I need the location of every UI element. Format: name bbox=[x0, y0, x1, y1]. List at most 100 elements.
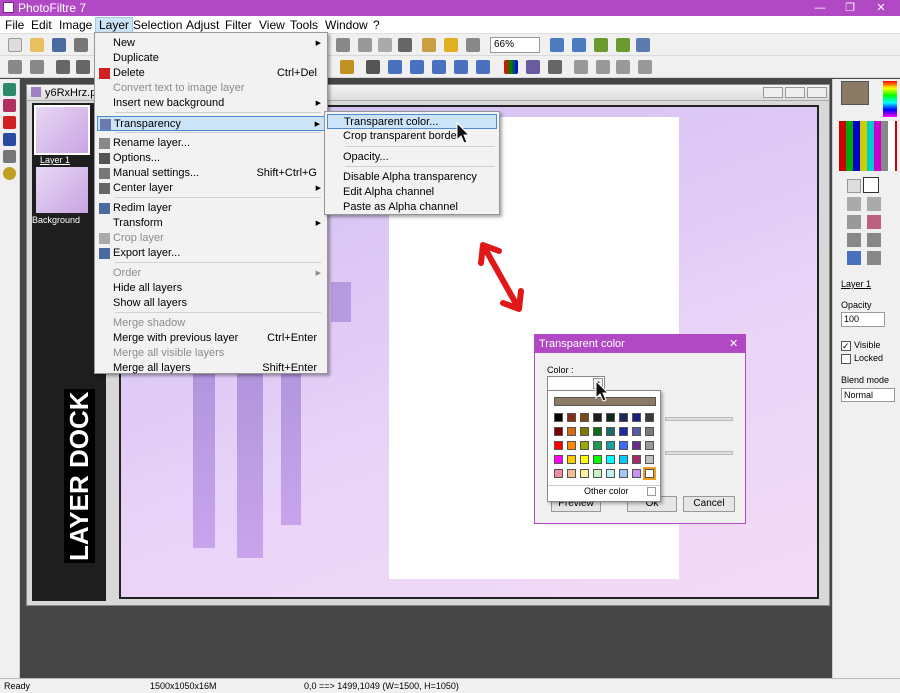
color-swatch[interactable] bbox=[643, 467, 656, 480]
html-icon[interactable] bbox=[3, 133, 16, 146]
minimize-button[interactable]: — bbox=[805, 0, 835, 16]
fullscreen-icon[interactable] bbox=[636, 38, 650, 52]
transparency-menu-item[interactable]: Edit Alpha channel bbox=[327, 185, 497, 200]
opacity-input[interactable]: 100 bbox=[841, 312, 885, 327]
picker-icon[interactable] bbox=[847, 197, 861, 211]
color-swatch[interactable] bbox=[567, 469, 576, 478]
color-swatch[interactable] bbox=[554, 455, 563, 464]
fill-icon[interactable] bbox=[847, 215, 861, 229]
zoom-in-icon[interactable] bbox=[550, 38, 564, 52]
menu-tools[interactable]: Tools bbox=[287, 17, 321, 33]
batch-icon[interactable] bbox=[3, 150, 16, 163]
filter-icon[interactable] bbox=[366, 60, 380, 74]
frame-icon[interactable] bbox=[466, 38, 480, 52]
color-swatch[interactable] bbox=[567, 413, 576, 422]
open-icon[interactable] bbox=[30, 38, 44, 52]
background-label[interactable]: Background bbox=[32, 215, 80, 225]
menu-adjust[interactable]: Adjust bbox=[183, 17, 222, 33]
doc-maximize-button[interactable] bbox=[785, 87, 805, 98]
foreground-color-swatch[interactable] bbox=[841, 81, 869, 105]
color-swatch[interactable] bbox=[632, 441, 641, 450]
color-swatch[interactable] bbox=[606, 413, 615, 422]
color-swatch[interactable] bbox=[632, 427, 641, 436]
color-icon[interactable] bbox=[3, 167, 16, 180]
color-swatch[interactable] bbox=[619, 441, 628, 450]
close-button[interactable]: ✕ bbox=[866, 0, 896, 16]
color-swatch[interactable] bbox=[619, 469, 628, 478]
type-icon[interactable] bbox=[398, 38, 412, 52]
save-icon[interactable] bbox=[52, 38, 66, 52]
color-swatch[interactable] bbox=[580, 455, 589, 464]
filter-icon[interactable] bbox=[8, 60, 22, 74]
color-swatch[interactable] bbox=[606, 469, 615, 478]
layer-menu-item[interactable]: Merge all layers Shift+Enter bbox=[97, 361, 325, 376]
layer-menu-item[interactable]: Duplicate bbox=[97, 51, 325, 66]
new-icon[interactable] bbox=[8, 38, 22, 52]
maximize-button[interactable]: ❐ bbox=[835, 0, 865, 16]
layer1-thumbnail[interactable] bbox=[34, 105, 90, 155]
tolerance-slider[interactable] bbox=[665, 417, 733, 421]
visible-checkbox[interactable]: ✓ bbox=[841, 341, 851, 351]
color-swatch[interactable] bbox=[606, 441, 615, 450]
layer-menu-item[interactable]: Export layer... bbox=[97, 246, 325, 261]
drop-icon[interactable] bbox=[388, 60, 402, 74]
color-swatch[interactable] bbox=[645, 427, 654, 436]
transparency-menu-item[interactable]: Paste as Alpha channel bbox=[327, 200, 497, 215]
tolerance-slider[interactable] bbox=[665, 451, 733, 455]
rotate-icon[interactable] bbox=[616, 60, 630, 74]
layer-menu-item[interactable]: Options... bbox=[97, 151, 325, 166]
script-icon[interactable] bbox=[3, 116, 16, 129]
zoom-select[interactable]: 66% bbox=[490, 37, 540, 53]
color-swatch[interactable] bbox=[580, 413, 589, 422]
flip-icon[interactable] bbox=[574, 60, 588, 74]
color-swatch[interactable] bbox=[593, 427, 602, 436]
layer-menu-item[interactable]: Delete Ctrl+Del bbox=[97, 66, 325, 81]
stamp-icon[interactable] bbox=[867, 233, 881, 247]
explorer-icon[interactable] bbox=[3, 83, 16, 96]
color-swatch[interactable] bbox=[619, 427, 628, 436]
color-swatch[interactable] bbox=[632, 413, 641, 422]
locked-checkbox[interactable] bbox=[841, 354, 851, 364]
drop-icon[interactable] bbox=[454, 60, 468, 74]
color-swatch[interactable] bbox=[645, 413, 654, 422]
brush-icon[interactable] bbox=[847, 233, 861, 247]
rgb-icon[interactable] bbox=[504, 60, 518, 74]
color-swatch[interactable] bbox=[567, 441, 576, 450]
layer-menu-item[interactable]: Center layer ▶ bbox=[97, 181, 325, 196]
filter-icon[interactable] bbox=[76, 60, 90, 74]
background-thumbnail[interactable] bbox=[36, 167, 88, 213]
transparency-menu-item[interactable]: Disable Alpha transparency bbox=[327, 170, 497, 185]
color-swatch[interactable] bbox=[554, 413, 563, 422]
blend-mode-select[interactable]: Normal bbox=[841, 388, 895, 402]
color-swatch[interactable] bbox=[632, 469, 641, 478]
layer-menu-item[interactable]: Manual settings... Shift+Ctrl+G bbox=[97, 166, 325, 181]
color-swatch[interactable] bbox=[632, 455, 641, 464]
menu-edit[interactable]: Edit bbox=[28, 17, 55, 33]
transparency-menu-item[interactable]: Crop transparent border bbox=[327, 129, 497, 144]
layer-menu-item[interactable]: New ▶ bbox=[97, 36, 325, 51]
color-swatch[interactable] bbox=[580, 427, 589, 436]
eraser-icon[interactable] bbox=[867, 215, 881, 229]
other-color-link[interactable]: Other color bbox=[584, 486, 629, 496]
actual-size-icon[interactable] bbox=[616, 38, 630, 52]
layer-menu-item[interactable]: Transform ▶ bbox=[97, 216, 325, 231]
color-swatch[interactable] bbox=[580, 469, 589, 478]
menu-view[interactable]: View bbox=[256, 17, 288, 33]
dialog-close-button[interactable]: ✕ bbox=[729, 337, 738, 350]
color-swatch[interactable] bbox=[619, 455, 628, 464]
crop-icon[interactable] bbox=[358, 38, 372, 52]
menu-file[interactable]: File bbox=[2, 17, 27, 33]
hand-icon[interactable] bbox=[863, 177, 879, 193]
layer-menu-item[interactable]: Transparency ▶ bbox=[97, 116, 325, 131]
layer1-label[interactable]: Layer 1 bbox=[40, 155, 70, 165]
color-swatch[interactable] bbox=[619, 413, 628, 422]
color-swatch[interactable] bbox=[645, 441, 654, 450]
menu-filter[interactable]: Filter bbox=[222, 17, 255, 33]
effects-icon[interactable] bbox=[444, 38, 458, 52]
wand-icon[interactable] bbox=[867, 197, 881, 211]
other-color-swatch[interactable] bbox=[647, 487, 656, 496]
color-swatch[interactable] bbox=[606, 427, 615, 436]
print-icon[interactable] bbox=[74, 38, 88, 52]
color-swatch[interactable] bbox=[567, 427, 576, 436]
doc-close-button[interactable] bbox=[807, 87, 827, 98]
